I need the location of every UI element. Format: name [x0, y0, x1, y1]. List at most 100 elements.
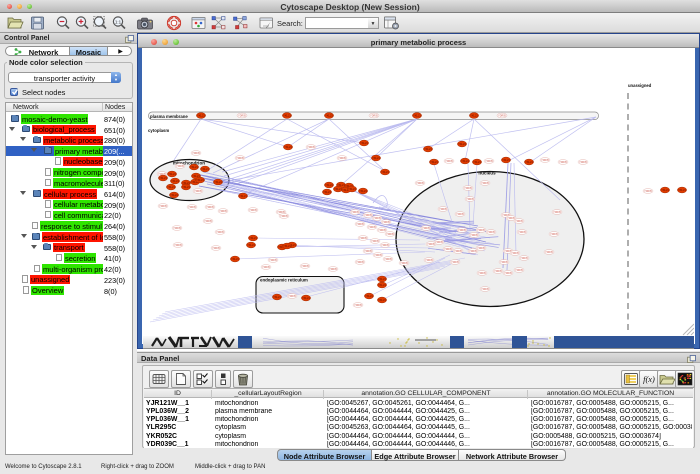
svg-text:YDR05: YDR05: [329, 268, 337, 271]
svg-text:YDR05: YDR05: [359, 237, 367, 240]
svg-text:YDR05: YDR05: [378, 229, 386, 232]
svg-text:YDR05: YDR05: [381, 244, 389, 247]
svg-text:YDR05: YDR05: [354, 304, 362, 307]
svg-text:YKL21: YKL21: [360, 141, 368, 145]
svg-text:YDR05: YDR05: [370, 115, 378, 118]
svg-text:YDR05: YDR05: [515, 220, 523, 223]
svg-text:YDR05: YDR05: [470, 234, 478, 237]
svg-text:YDR05: YDR05: [374, 254, 382, 257]
svg-text:YDR05: YDR05: [159, 205, 167, 208]
svg-text:YDR05: YDR05: [356, 223, 364, 226]
svg-text:YDR05: YDR05: [192, 152, 200, 155]
svg-text:YDR05: YDR05: [301, 265, 309, 268]
svg-text:YKL21: YKL21: [678, 188, 686, 192]
svg-text:YDR05: YDR05: [478, 272, 486, 275]
svg-text:YDR05: YDR05: [481, 182, 489, 185]
svg-text:unassigned: unassigned: [628, 83, 652, 88]
svg-text:YKL21: YKL21: [372, 156, 380, 160]
svg-text:YKL21: YKL21: [325, 183, 333, 187]
svg-text:YDR05: YDR05: [444, 248, 452, 251]
svg-text:YKL21: YKL21: [201, 167, 209, 171]
svg-text:YDR05: YDR05: [504, 272, 512, 275]
svg-text:endoplasmic reticulum: endoplasmic reticulum: [260, 278, 308, 283]
svg-text:YDR05: YDR05: [481, 288, 489, 291]
svg-text:YKL21: YKL21: [284, 145, 292, 149]
svg-text:YDR05: YDR05: [464, 187, 472, 190]
svg-text:YDR05: YDR05: [520, 257, 528, 260]
svg-text:YKL21: YKL21: [365, 294, 373, 298]
svg-text:YKL21: YKL21: [190, 165, 198, 169]
svg-text:YKL21: YKL21: [171, 179, 179, 183]
svg-text:YDR05: YDR05: [212, 247, 220, 250]
svg-text:YKL21: YKL21: [424, 147, 432, 151]
svg-text:YDR05: YDR05: [545, 251, 553, 254]
svg-text:YKL21: YKL21: [661, 188, 669, 192]
svg-text:YDR05: YDR05: [368, 226, 376, 229]
svg-text:YDR05: YDR05: [364, 250, 372, 253]
svg-text:YDR05: YDR05: [469, 250, 477, 253]
svg-text:YDR05: YDR05: [579, 161, 587, 164]
svg-text:YDR05: YDR05: [400, 262, 408, 265]
svg-text:YKL21: YKL21: [170, 193, 178, 197]
svg-text:YDR05: YDR05: [422, 227, 430, 230]
svg-text:YDR05: YDR05: [386, 233, 394, 236]
svg-text:YDR05: YDR05: [373, 217, 381, 220]
svg-text:YKL21: YKL21: [378, 277, 386, 281]
svg-text:YKL21: YKL21: [378, 298, 386, 302]
svg-text:YDR05: YDR05: [188, 206, 196, 209]
svg-text:YDR05: YDR05: [511, 252, 519, 255]
svg-text:cytoplasm: cytoplasm: [148, 128, 169, 133]
svg-text:YKL21: YKL21: [196, 178, 204, 182]
svg-text:YKL21: YKL21: [214, 180, 222, 184]
svg-text:YKL21: YKL21: [302, 296, 310, 300]
svg-text:YKL21: YKL21: [249, 236, 257, 240]
svg-text:YKL21: YKL21: [458, 142, 466, 146]
svg-text:YDR05: YDR05: [288, 295, 296, 298]
svg-text:YDR05: YDR05: [515, 269, 523, 272]
svg-text:YDR05: YDR05: [269, 259, 277, 262]
svg-text:YKL21: YKL21: [182, 185, 190, 189]
svg-text:YDR05: YDR05: [425, 259, 433, 262]
svg-text:YDR05: YDR05: [487, 231, 495, 234]
svg-text:YDR05: YDR05: [262, 266, 270, 269]
svg-text:1:1: 1:1: [115, 19, 122, 24]
svg-text:YDR05: YDR05: [498, 115, 506, 118]
svg-text:YDR05: YDR05: [384, 258, 392, 261]
svg-text:YDR05: YDR05: [204, 220, 212, 223]
svg-text:YDR05: YDR05: [458, 229, 466, 232]
svg-text:YKL21: YKL21: [283, 244, 291, 248]
svg-text:YKL21: YKL21: [325, 114, 333, 118]
svg-text:YKL21: YKL21: [239, 194, 247, 198]
svg-text:YKL21: YKL21: [247, 243, 255, 247]
svg-text:YDR05: YDR05: [500, 261, 508, 264]
svg-text:YKL21: YKL21: [502, 158, 510, 162]
svg-text:YDR05: YDR05: [435, 241, 443, 244]
svg-text:YDR05: YDR05: [416, 182, 424, 185]
svg-text:YDR05: YDR05: [553, 211, 561, 214]
svg-text:YKL21: YKL21: [167, 185, 175, 189]
svg-text:YDR05: YDR05: [174, 244, 182, 247]
svg-text:YDR05: YDR05: [541, 159, 549, 162]
svg-text:YDR05: YDR05: [427, 243, 435, 246]
svg-text:YDR05: YDR05: [351, 211, 359, 214]
svg-text:YDR05: YDR05: [356, 261, 364, 264]
svg-text:YKL21: YKL21: [470, 114, 478, 118]
svg-text:YDR05: YDR05: [176, 165, 184, 168]
svg-text:YKL21: YKL21: [473, 160, 481, 164]
svg-text:YKL21: YKL21: [273, 295, 281, 299]
svg-text:YDR05: YDR05: [439, 208, 447, 211]
svg-text:YDR05: YDR05: [238, 115, 246, 118]
svg-text:YDR05: YDR05: [451, 261, 459, 264]
svg-text:YDR05: YDR05: [219, 210, 227, 213]
svg-text:YDR05: YDR05: [206, 206, 214, 209]
svg-text:nucleus: nucleus: [478, 171, 496, 176]
svg-text:YDR05: YDR05: [371, 240, 379, 243]
svg-text:YKL21: YKL21: [461, 159, 469, 163]
svg-text:plasma membrane: plasma membrane: [150, 114, 188, 119]
svg-text:YKL21: YKL21: [348, 187, 356, 191]
svg-text:YKL21: YKL21: [430, 160, 438, 164]
svg-text:YDR05: YDR05: [477, 247, 485, 250]
svg-text:YDR05: YDR05: [445, 160, 453, 163]
svg-text:YKL21: YKL21: [168, 172, 176, 176]
svg-text:YDR05: YDR05: [454, 250, 462, 253]
